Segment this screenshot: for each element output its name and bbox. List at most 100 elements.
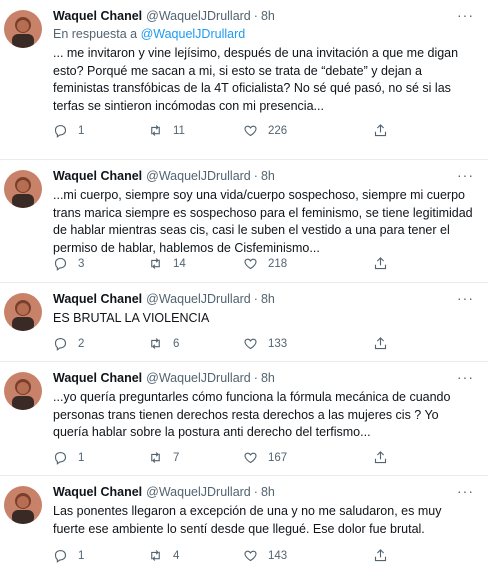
reply-button[interactable]: 2 [53,336,148,351]
retweet-icon [151,452,160,463]
retweet-count: 14 [173,257,186,270]
tweet-content: Waquel Chanel @WaquelJDrullard · 8h ··· … [53,291,474,328]
like-count: 167 [268,451,288,464]
tweet-actions: 1 7 167 [53,450,413,465]
retweet-button[interactable]: 4 [148,548,243,563]
tweet-text: ...mi cuerpo, siempre soy una vida/cuerp… [53,188,473,255]
reply-button[interactable]: 1 [53,450,148,465]
more-icon[interactable]: ··· [457,168,474,182]
reply-icon [54,124,67,138]
tweet-text: ... me invitaron y vine lejísimo, despué… [53,46,459,113]
share-icon [374,549,387,562]
share-icon [374,451,387,464]
timeline: Waquel Chanel @WaquelJDrullard · 8h ··· … [0,0,488,573]
tweet-text: ES BRUTAL LA VIOLENCIA [53,311,210,325]
more-icon[interactable]: ··· [457,291,474,305]
reply-icon [54,451,67,465]
like-button[interactable]: 226 [243,123,373,138]
timestamp[interactable]: 8h [261,370,275,387]
avatar[interactable] [4,170,42,208]
retweet-count: 11 [173,124,185,137]
reply-icon [54,337,67,351]
like-button[interactable]: 167 [243,450,373,465]
avatar[interactable] [4,293,42,331]
share-icon [374,257,387,270]
share-button[interactable] [373,548,393,563]
retweet-count: 6 [173,337,180,350]
tweet-content: Waquel Chanel @WaquelJDrullard · 8h ··· … [53,370,474,442]
avatar[interactable] [4,486,42,524]
retweet-button[interactable]: 11 [148,123,243,138]
share-button[interactable] [373,336,393,351]
share-button[interactable] [373,123,393,138]
tweet-header: Waquel Chanel @WaquelJDrullard · 8h [53,370,474,387]
reply-button[interactable]: 1 [53,548,148,563]
reply-count: 3 [78,257,85,270]
share-button[interactable] [373,450,393,465]
author-name[interactable]: Waquel Chanel [53,484,142,501]
separator-dot: · [253,485,258,499]
reply-count: 1 [78,549,85,562]
retweet-icon [151,125,160,136]
like-button[interactable]: 143 [243,548,373,563]
like-icon [244,550,257,562]
share-button[interactable] [373,256,393,271]
like-count: 218 [268,257,288,270]
tweet-actions: 1 11 226 [53,123,413,138]
share-icon [374,124,387,137]
tweet-content: Waquel Chanel @WaquelJDrullard · 8h ··· … [53,8,474,115]
tweet[interactable]: Waquel Chanel @WaquelJDrullard · 8h ··· … [0,362,488,476]
timestamp[interactable]: 8h [261,291,275,308]
retweet-icon [151,550,160,561]
author-handle[interactable]: @WaquelJDrullard [146,8,251,25]
reply-count: 1 [78,451,85,464]
like-count: 133 [268,337,288,350]
tweet[interactable]: Waquel Chanel @WaquelJDrullard · 8h ··· … [0,476,488,573]
tweet[interactable]: Waquel Chanel @WaquelJDrullard · 8h ··· … [0,160,488,283]
retweet-button[interactable]: 6 [148,336,243,351]
more-icon[interactable]: ··· [457,484,474,498]
timestamp[interactable]: 8h [261,8,275,25]
author-name[interactable]: Waquel Chanel [53,168,142,185]
tweet-header: Waquel Chanel @WaquelJDrullard · 8h [53,291,474,308]
more-icon[interactable]: ··· [457,370,474,384]
reply-button[interactable]: 1 [53,123,148,138]
more-icon[interactable]: ··· [457,8,474,22]
tweet-actions: 1 4 143 [53,548,413,563]
like-button[interactable]: 133 [243,336,373,351]
author-handle[interactable]: @WaquelJDrullard [146,168,251,185]
retweet-button[interactable]: 7 [148,450,243,465]
author-handle[interactable]: @WaquelJDrullard [146,370,251,387]
like-icon [244,125,257,137]
tweet-header: Waquel Chanel @WaquelJDrullard · 8h [53,168,474,185]
reply-mention-link[interactable]: @WaquelJDrullard [141,27,246,41]
reply-button[interactable]: 3 [53,256,148,271]
tweet-text: Las ponentes llegaron a excepción de una… [53,504,442,536]
avatar[interactable] [4,10,42,48]
like-count: 143 [268,549,288,562]
author-name[interactable]: Waquel Chanel [53,370,142,387]
tweet-actions: 2 6 133 [53,336,413,351]
avatar[interactable] [4,372,42,410]
retweet-count: 4 [173,549,180,562]
separator-dot: · [253,9,258,23]
retweet-button[interactable]: 14 [148,256,243,271]
tweet[interactable]: Waquel Chanel @WaquelJDrullard · 8h ··· … [0,283,488,362]
like-icon [244,452,257,464]
share-icon [374,337,387,350]
author-name[interactable]: Waquel Chanel [53,291,142,308]
tweet-content: Waquel Chanel @WaquelJDrullard · 8h ··· … [53,168,474,257]
timestamp[interactable]: 8h [261,168,275,185]
author-handle[interactable]: @WaquelJDrullard [146,291,251,308]
like-button[interactable]: 218 [243,256,373,271]
separator-dot: · [253,169,258,183]
separator-dot: · [253,371,258,385]
author-handle[interactable]: @WaquelJDrullard [146,484,251,501]
timestamp[interactable]: 8h [261,484,275,501]
tweet-header: Waquel Chanel @WaquelJDrullard · 8h [53,484,474,501]
like-icon [244,338,257,350]
reply-prefix: En respuesta a [53,27,138,41]
tweet[interactable]: Waquel Chanel @WaquelJDrullard · 8h ··· … [0,0,488,160]
reply-count: 2 [78,337,85,350]
author-name[interactable]: Waquel Chanel [53,8,142,25]
